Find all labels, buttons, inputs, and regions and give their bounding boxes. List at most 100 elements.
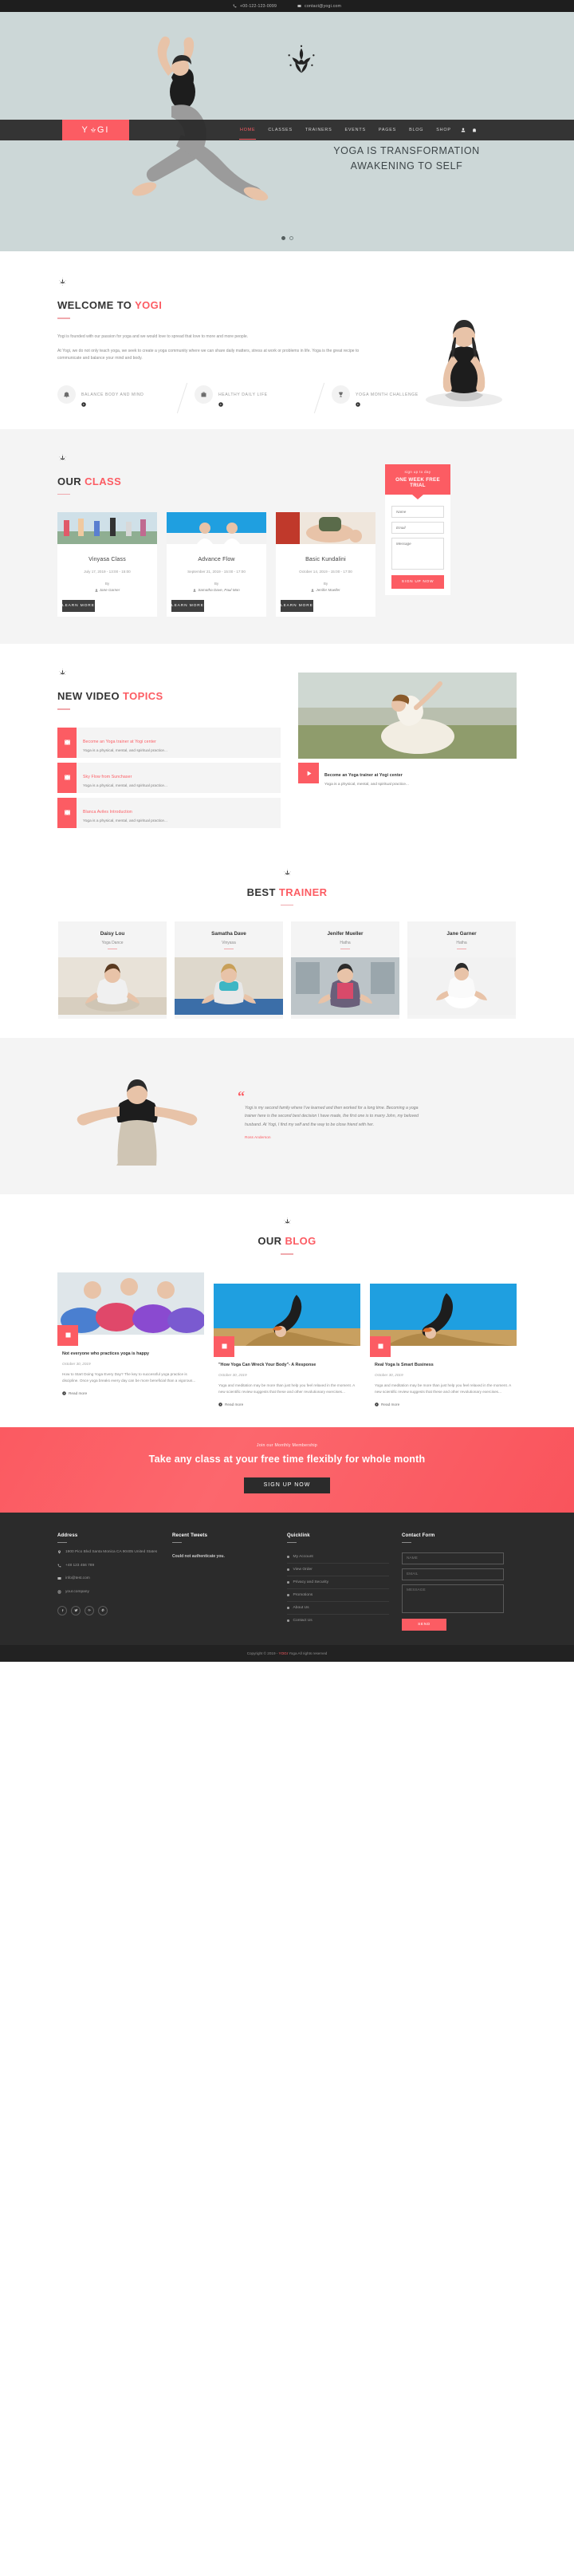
blog-read-more[interactable]: Read more [62,1391,199,1395]
class-learn-more-button[interactable]: LEARN MORE [62,600,95,613]
trainer-card[interactable]: Samatha Dave Vinyasa [175,921,283,1020]
footer-tweets-rule [172,1541,182,1543]
footer-email-input[interactable] [402,1568,504,1580]
lotus-logo-icon [90,127,96,132]
twitter-icon[interactable] [71,1605,81,1615]
featured-video-caption[interactable]: Become an Yoga trainer at Yogi center Yo… [298,763,517,791]
blog-read-more[interactable]: Read more [218,1402,356,1406]
blog-read-more[interactable]: Read more [375,1402,512,1406]
nav-item-home[interactable]: HOME [238,128,257,140]
membership-cta-section: Join our Monthly Membership Take any cla… [0,1426,574,1513]
blog-post-card[interactable]: Not everyone who practices yoga is happy… [57,1272,206,1395]
class-card[interactable]: Advance Flow September 21, 2019 - 15:00 … [167,512,266,617]
class-learn-more-button[interactable]: LEARN MORE [281,600,313,613]
nav-item-pages[interactable]: PAGES [379,128,396,132]
video-topics-section: NEW VIDEO TOPICS Become an Yoga trainer … [0,644,574,850]
quicklink-label: View Order [293,1568,313,1572]
feature-yoga-month-challenge[interactable]: YOGA MONTH CHALLENGE [332,385,451,407]
pinterest-icon[interactable] [98,1605,108,1615]
feature-healthy-daily-life[interactable]: HEALTHY DAILY LIFE [195,385,314,407]
hero-banner: YOGA IS TRANSFORMATION AWAKENING TO SELF… [0,12,574,251]
quicklink-view-order[interactable]: View Order [287,1564,389,1576]
class-name: Advance Flow [198,557,235,563]
trainer-photo [175,957,283,1016]
hero-headline-line1: YOGA IS TRANSFORMATION [333,145,480,156]
briefcase-icon [201,392,206,397]
quicklink-label: About Us [293,1606,309,1610]
hero-slider-dots[interactable] [0,236,574,240]
class-author: Samatha Dave, Paul Man [171,588,261,592]
blog-post-card[interactable]: "How Yoga Can Wreck Your Body"- A Respon… [214,1283,360,1406]
quote-mark-icon: “ [238,1088,245,1105]
footer-send-button[interactable]: SEND [402,1619,446,1631]
nav-item-shop[interactable]: SHOP [436,128,450,132]
free-trial-signup-card: sign up to day ONE WEEK FREE TRIAL SIGN … [385,464,450,596]
user-account-icon[interactable] [461,128,466,132]
class-learn-more-button[interactable]: LEARN MORE [171,600,204,613]
welcome-title-main: WELCOME TO [57,299,136,311]
bullet-icon [287,1619,289,1622]
trainer-photo [407,957,516,1016]
blog-thumbnail-wrap [370,1283,517,1357]
nav-item-trainers[interactable]: TRAINERS [305,128,332,132]
blog-post-card[interactable]: Real Yoga Is Smart Business October 30, … [370,1283,517,1406]
quicklink-contact-us[interactable]: Contact Us [287,1615,389,1627]
envelope-icon [57,1577,61,1580]
welcome-paragraph-2: At Yogi, we do not only teach yoga, we s… [57,348,360,361]
trainer-photo [58,957,167,1016]
quicklink-promotions[interactable]: Promotions [287,1589,389,1602]
facebook-icon[interactable] [57,1605,67,1615]
arrow-circle-right-icon[interactable] [218,402,223,407]
quicklink-my-account[interactable]: My Account [287,1551,389,1564]
shopping-bag-icon[interactable] [472,128,477,132]
video-list: Become an Yoga trainer at Yogi center Yo… [57,727,281,828]
footer-name-input[interactable] [402,1552,504,1564]
footer-email-line[interactable]: info@test.com [57,1576,159,1583]
arrow-circle-right-icon[interactable] [81,402,86,407]
blog-read-more-label: Read more [381,1402,400,1406]
trial-email-input[interactable] [391,522,444,535]
footer-email-text: info@test.com [65,1576,90,1581]
video-list-item[interactable]: Become an Yoga trainer at Yogi center Yo… [57,727,281,758]
quicklink-about-us[interactable]: About Us [287,1602,389,1615]
footer-message-input[interactable] [402,1584,504,1613]
class-author-name: Jane Garner [99,588,120,593]
classes-title-accent: CLASS [85,475,122,487]
trainer-photo [291,957,399,1016]
section-mandala-icon [59,454,66,460]
footer-site-line[interactable]: your.company [57,1589,159,1596]
topbar-phone[interactable]: +00-122-123-0099 [233,4,277,9]
footer-phone-line[interactable]: +48 123 456 789 [57,1563,159,1570]
cta-signup-button[interactable]: SIGN UP NOW [244,1477,330,1493]
trainer-card[interactable]: Jane Garner Hatha [407,921,516,1020]
video-desc: Yoga is a physical, mental, and spiritua… [83,783,167,788]
trial-message-input[interactable] [391,538,444,570]
nav-item-blog[interactable]: BLOG [409,128,423,132]
quicklink-label: Privacy and Security [293,1580,329,1584]
arrow-circle-right-icon[interactable] [356,402,360,407]
blog-post-title: "How Yoga Can Wreck Your Body"- A Respon… [218,1362,316,1367]
quicklink-privacy-and-security[interactable]: Privacy and Security [287,1576,389,1589]
class-thumbnail [57,512,157,545]
video-list-item[interactable]: Blanca Aviles Introduction Yoga is a phy… [57,797,281,828]
hero-dot-2[interactable] [289,236,293,240]
google-plus-icon[interactable] [85,1605,94,1615]
feature-balance-body-and-mind[interactable]: BALANCE BODY AND MIND [57,385,177,407]
blog-badge [370,1335,391,1357]
site-logo[interactable]: Y GI [62,120,129,140]
nav-item-events[interactable]: EVENTS [345,128,366,132]
featured-video-thumbnail[interactable] [298,673,517,759]
videos-title: NEW VIDEO TOPICS [57,690,281,702]
topbar-email[interactable]: contact@yogi.com [297,4,341,9]
nav-item-classes[interactable]: CLASSES [268,128,292,132]
video-list-item[interactable]: Sky Flow from Sunchaser Yoga is a physic… [57,762,281,793]
hero-dot-1[interactable] [281,236,285,240]
trainer-card[interactable]: Daisy Lou Yoga Dance [58,921,167,1020]
trainer-role: Hatha [456,941,467,946]
trial-name-input[interactable] [391,506,444,519]
footer-contact-rule [402,1541,411,1543]
trainer-card[interactable]: Jenifer Mueller Hatha [291,921,399,1020]
class-card[interactable]: Vinyasa Class July 17, 2019 - 13:00 - 15… [57,512,157,617]
trial-signup-button[interactable]: SIGN UP NOW [391,575,444,590]
class-card[interactable]: Basic Kundalini October 14, 2019 - 15:00… [276,512,375,617]
